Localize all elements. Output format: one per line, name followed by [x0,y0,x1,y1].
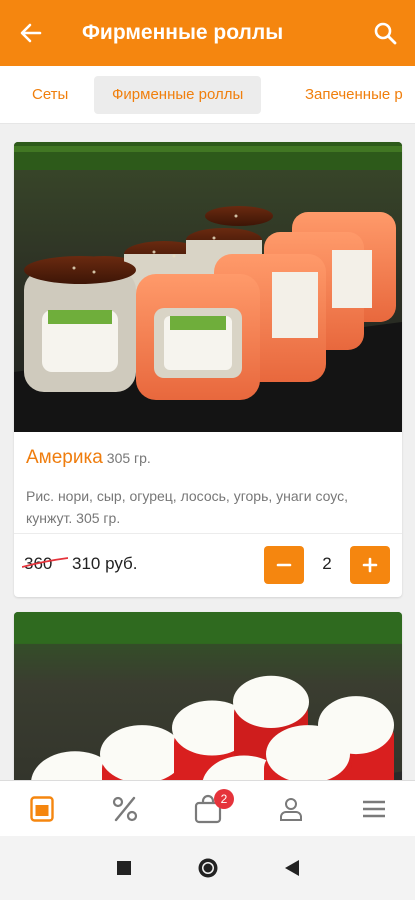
product-photo[interactable] [14,142,402,432]
app-bar: Фирменные роллы [0,0,415,66]
tab-baked-rolls[interactable]: Запеченные р [287,76,415,114]
menu-icon [29,795,54,822]
arrow-left-icon [20,23,42,43]
strikethrough-line [22,557,68,568]
tab-sets[interactable]: Сеты [14,76,86,114]
nav-cart[interactable]: 2 [166,781,249,836]
search-button[interactable] [355,0,415,66]
home-icon [198,858,217,878]
cart-badge: 2 [214,789,234,809]
plus-icon [362,557,378,573]
product-list[interactable]: Америка 305 гр. Рис. нори, сыр, огурец, л… [0,124,415,780]
system-navigation-bar [0,836,415,900]
minus-icon [276,563,292,567]
nav-profile[interactable] [249,781,332,836]
home-button[interactable] [166,836,250,900]
product-name[interactable]: Америка [26,447,103,468]
system-back-button[interactable] [250,836,334,900]
page-title: Фирменные роллы [82,21,284,44]
category-tabs: Сеты Фирменные роллы Запеченные р [0,66,415,124]
back-icon [284,860,299,876]
price-row: 360 310 руб. 2 [14,533,402,597]
increase-quantity-button[interactable] [350,546,390,584]
back-button[interactable] [0,0,62,66]
recent-apps-icon [116,861,131,875]
quantity-value: 2 [322,554,332,573]
decrease-quantity-button[interactable] [264,546,304,584]
recent-apps-button[interactable] [82,836,166,900]
profile-icon [279,797,302,821]
product-title-row: Америка 305 гр. [14,432,402,476]
product-card[interactable] [14,612,402,780]
discount-icon [112,796,137,821]
nav-more[interactable] [332,781,415,836]
search-icon [374,22,397,45]
product-weight: 305 гр. [106,450,151,466]
tab-signature-rolls[interactable]: Фирменные роллы [94,76,262,114]
hamburger-icon [362,800,385,817]
nav-menu[interactable] [0,781,83,836]
bottom-navigation: 2 [0,780,415,836]
nav-discounts[interactable] [83,781,166,836]
current-price: 310 руб. [72,554,138,573]
product-card[interactable]: Америка 305 гр. Рис. нори, сыр, огурец, л… [14,142,402,597]
product-photo[interactable] [14,612,402,780]
